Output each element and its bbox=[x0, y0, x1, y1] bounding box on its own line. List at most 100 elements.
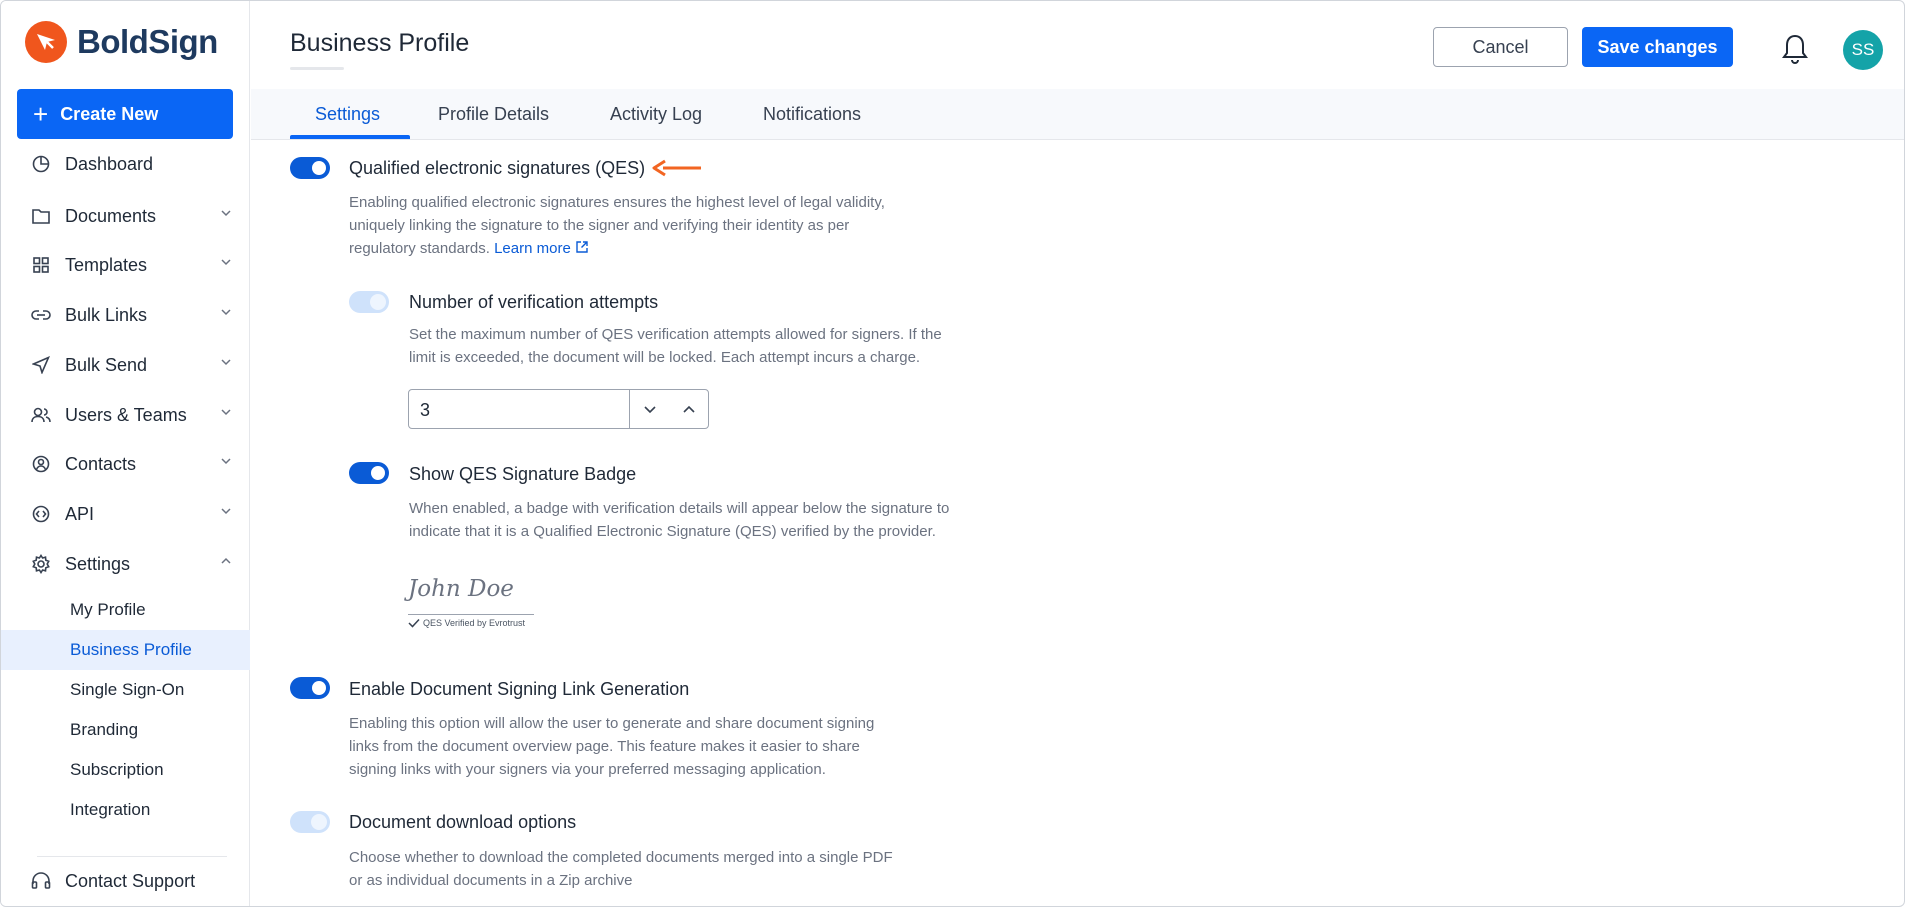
sidebar-sub-branding[interactable]: Branding bbox=[1, 710, 250, 750]
sidebar-item-label: API bbox=[65, 503, 95, 524]
sidebar-item-contacts[interactable]: Contacts bbox=[1, 442, 250, 486]
tab-notifications[interactable]: Notifications bbox=[763, 89, 861, 140]
title-underline bbox=[290, 67, 344, 70]
download-options-toggle[interactable] bbox=[290, 811, 330, 833]
verification-attempts-toggle[interactable] bbox=[349, 291, 389, 313]
verified-caption: QES Verified by Evrotrust bbox=[408, 618, 534, 628]
users-icon bbox=[31, 405, 51, 425]
sidebar: BoldSign + Create New Dashboard Document… bbox=[1, 1, 250, 906]
qes-description: Enabling qualified electronic signatures… bbox=[349, 191, 885, 260]
sidebar-item-label: Bulk Send bbox=[65, 354, 148, 375]
sample-signature: John Doe bbox=[408, 576, 514, 602]
app-window: BoldSign + Create New Dashboard Document… bbox=[0, 0, 1905, 907]
desc-line: Enabling qualified electronic signatures… bbox=[349, 194, 885, 211]
verification-attempts-title: Number of verification attempts bbox=[409, 292, 659, 312]
sidebar-sub-integration[interactable]: Integration bbox=[1, 790, 250, 830]
chevron-down-icon bbox=[221, 210, 231, 217]
desc-line: uniquely linking the signature to the si… bbox=[349, 217, 850, 234]
sidebar-item-label: Users & Teams bbox=[65, 404, 187, 425]
sidebar-item-documents[interactable]: Documents bbox=[1, 194, 250, 238]
boldsign-logo[interactable]: BoldSign bbox=[25, 21, 218, 63]
sidebar-item-label: Settings bbox=[65, 553, 131, 574]
sidebar-sub-label: Subscription bbox=[70, 760, 164, 779]
verification-attempts-description: Set the maximum number of QES verificati… bbox=[409, 323, 942, 369]
logo-text: BoldSign bbox=[77, 23, 218, 60]
sidebar-sub-label: Integration bbox=[70, 800, 151, 819]
sidebar-sub-label: Branding bbox=[70, 720, 139, 739]
link-generation-toggle[interactable] bbox=[290, 677, 330, 699]
folder-icon bbox=[31, 206, 51, 226]
link-generation-title: Enable Document Signing Link Generation bbox=[349, 679, 690, 699]
sidebar-sub-single-sign-on[interactable]: Single Sign-On bbox=[1, 670, 250, 710]
sidebar-item-label: Templates bbox=[65, 254, 148, 275]
verified-text: QES Verified by Evrotrust bbox=[423, 618, 526, 628]
tab-profile-details[interactable]: Profile Details bbox=[438, 89, 549, 140]
desc-line: Set the maximum number of QES verificati… bbox=[409, 326, 942, 343]
desc-line: or as individual documents in a Zip arch… bbox=[349, 872, 633, 889]
sidebar-item-label: Documents bbox=[65, 205, 157, 226]
desc-line: limit is exceeded, the document will be … bbox=[409, 349, 921, 366]
active-tab-indicator bbox=[290, 135, 410, 139]
plus-icon: + bbox=[33, 99, 49, 129]
chevron-down-icon bbox=[221, 458, 231, 465]
chevron-down-icon bbox=[221, 359, 231, 366]
desc-line: indicate that it is a Qualified Electron… bbox=[409, 523, 936, 540]
sidebar-item-settings[interactable]: Settings bbox=[1, 542, 250, 586]
page-title: Business Profile bbox=[290, 29, 470, 57]
sidebar-item-bulk-links[interactable]: Bulk Links bbox=[1, 293, 250, 337]
tab-settings[interactable]: Settings bbox=[315, 89, 380, 140]
chevron-up-icon[interactable] bbox=[669, 390, 708, 428]
dashboard-icon bbox=[31, 154, 51, 174]
qes-badge-toggle[interactable] bbox=[349, 462, 389, 484]
download-options-description: Choose whether to download the completed… bbox=[349, 846, 893, 892]
create-new-label: Create New bbox=[60, 103, 159, 124]
sidebar-sub-label: My Profile bbox=[70, 600, 146, 619]
chevron-down-icon bbox=[221, 508, 231, 515]
sidebar-item-bulk-send[interactable]: Bulk Send bbox=[1, 343, 250, 387]
desc-line: signing links with your signers via your… bbox=[349, 761, 826, 778]
chevron-down-icon bbox=[221, 309, 231, 316]
contact-support-link[interactable]: Contact Support bbox=[1, 859, 250, 903]
checkmark-icon bbox=[408, 618, 420, 628]
sidebar-sub-label: Business Profile bbox=[70, 640, 192, 659]
chevron-down-icon[interactable] bbox=[630, 390, 669, 428]
sidebar-item-label: Bulk Links bbox=[65, 304, 148, 325]
chevron-down-icon bbox=[221, 259, 231, 266]
sidebar-sub-my-profile[interactable]: My Profile bbox=[1, 590, 250, 630]
sidebar-item-api[interactable]: API bbox=[1, 492, 250, 536]
contact-icon bbox=[31, 454, 51, 474]
sidebar-sub-subscription[interactable]: Subscription bbox=[1, 750, 250, 790]
signature-badge-preview: John Doe QES Verified by Evrotrust bbox=[408, 576, 534, 628]
bell-icon[interactable] bbox=[1780, 33, 1810, 70]
signature-line bbox=[408, 614, 534, 615]
qes-toggle[interactable] bbox=[290, 157, 330, 179]
sidebar-item-label: Contacts bbox=[65, 453, 137, 474]
chevron-up-icon bbox=[221, 557, 231, 564]
learn-more-link[interactable]: Learn more bbox=[494, 240, 589, 257]
desc-line-with-link: regulatory standards. Learn more bbox=[349, 237, 885, 260]
send-icon bbox=[31, 355, 51, 375]
api-icon bbox=[31, 504, 51, 524]
annotation-arrow-icon bbox=[652, 159, 701, 177]
verification-attempts-stepper[interactable]: 3 bbox=[408, 389, 709, 429]
tab-activity-log[interactable]: Activity Log bbox=[610, 89, 702, 140]
qes-title: Qualified electronic signatures (QES) bbox=[349, 158, 646, 178]
sidebar-item-dashboard[interactable]: Dashboard bbox=[1, 142, 250, 186]
sidebar-sub-business-profile[interactable]: Business Profile bbox=[1, 630, 250, 670]
avatar[interactable]: SS bbox=[1843, 30, 1883, 70]
desc-line: links from the document overview page. T… bbox=[349, 738, 860, 755]
save-changes-button[interactable]: Save changes bbox=[1582, 27, 1733, 67]
desc-line: When enabled, a badge with verification … bbox=[409, 500, 950, 517]
sidebar-item-users-teams[interactable]: Users & Teams bbox=[1, 393, 250, 437]
desc-line: Choose whether to download the completed… bbox=[349, 849, 893, 866]
stepper-value[interactable]: 3 bbox=[420, 400, 430, 421]
grid-icon bbox=[31, 255, 51, 275]
qes-badge-description: When enabled, a badge with verification … bbox=[409, 497, 949, 543]
create-new-button[interactable]: + Create New bbox=[17, 89, 233, 139]
link-icon bbox=[31, 305, 51, 325]
sidebar-item-templates[interactable]: Templates bbox=[1, 243, 250, 287]
chevron-down-icon bbox=[221, 409, 231, 416]
link-generation-description: Enabling this option will allow the user… bbox=[349, 712, 874, 781]
cancel-button[interactable]: Cancel bbox=[1433, 27, 1568, 67]
desc-line: Enabling this option will allow the user… bbox=[349, 715, 875, 732]
